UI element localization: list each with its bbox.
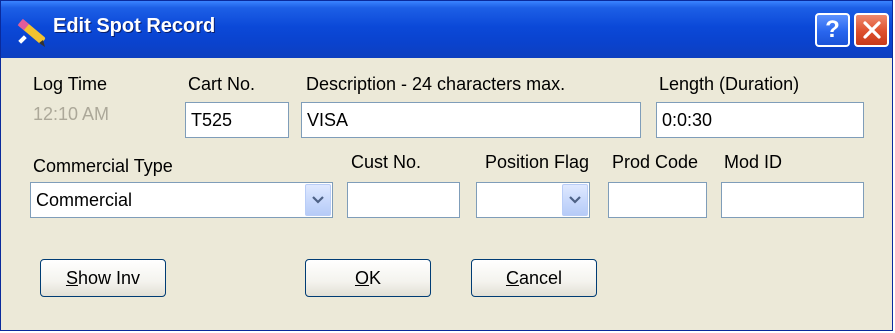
- chevron-down-icon: [569, 196, 581, 204]
- ok-mnemonic: O: [354, 268, 369, 288]
- show-inv-button[interactable]: Show Inv: [40, 259, 166, 297]
- length-input[interactable]: 0:0:30: [656, 102, 864, 138]
- position-flag-label: Position Flag: [485, 152, 590, 172]
- length-label: Length (Duration): [659, 74, 800, 94]
- ok-label: K: [369, 268, 382, 288]
- description-input[interactable]: VISA: [301, 102, 641, 138]
- close-icon: [862, 21, 881, 39]
- position-flag-dropdown-button[interactable]: [562, 184, 588, 216]
- mod-id-input[interactable]: [721, 182, 864, 218]
- commercial-type-dropdown-button[interactable]: [305, 184, 331, 216]
- cart-no-label: Cart No.: [188, 74, 256, 94]
- commercial-type-label: Commercial Type: [33, 156, 173, 176]
- cancel-button[interactable]: Cancel: [471, 259, 597, 297]
- show-inv-label: how Inv: [77, 268, 141, 288]
- log-time-value: 12:10 AM: [33, 104, 110, 124]
- show-inv-mnemonic: S: [65, 268, 78, 288]
- pencil-icon: [17, 18, 46, 47]
- cancel-mnemonic: C: [505, 268, 519, 288]
- cust-no-input[interactable]: [347, 182, 460, 218]
- description-label: Description - 24 characters max.: [306, 74, 566, 94]
- commercial-type-value: Commercial: [36, 190, 133, 210]
- close-button[interactable]: [854, 13, 889, 47]
- commercial-type-select[interactable]: Commercial: [30, 182, 333, 218]
- cart-no-input[interactable]: T525: [185, 102, 289, 138]
- log-time-label: Log Time: [33, 74, 108, 94]
- edit-spot-record-dialog: Edit Spot Record ? Log Time 12:10 AM Car…: [0, 0, 893, 331]
- help-glyph: ?: [825, 16, 840, 43]
- prod-code-label: Prod Code: [612, 152, 699, 172]
- mod-id-label: Mod ID: [724, 152, 783, 172]
- chevron-down-icon: [312, 196, 324, 204]
- position-flag-select[interactable]: [476, 182, 590, 218]
- prod-code-input[interactable]: [608, 182, 707, 218]
- cancel-label: ancel: [518, 268, 563, 288]
- help-button[interactable]: ?: [815, 13, 850, 47]
- title-bar[interactable]: Edit Spot Record ?: [1, 1, 892, 58]
- dialog-title: Edit Spot Record: [53, 15, 216, 37]
- dialog-body: Log Time 12:10 AM Cart No. Description -…: [5, 58, 888, 328]
- ok-button[interactable]: OK: [305, 259, 431, 297]
- cust-no-label: Cust No.: [351, 152, 422, 172]
